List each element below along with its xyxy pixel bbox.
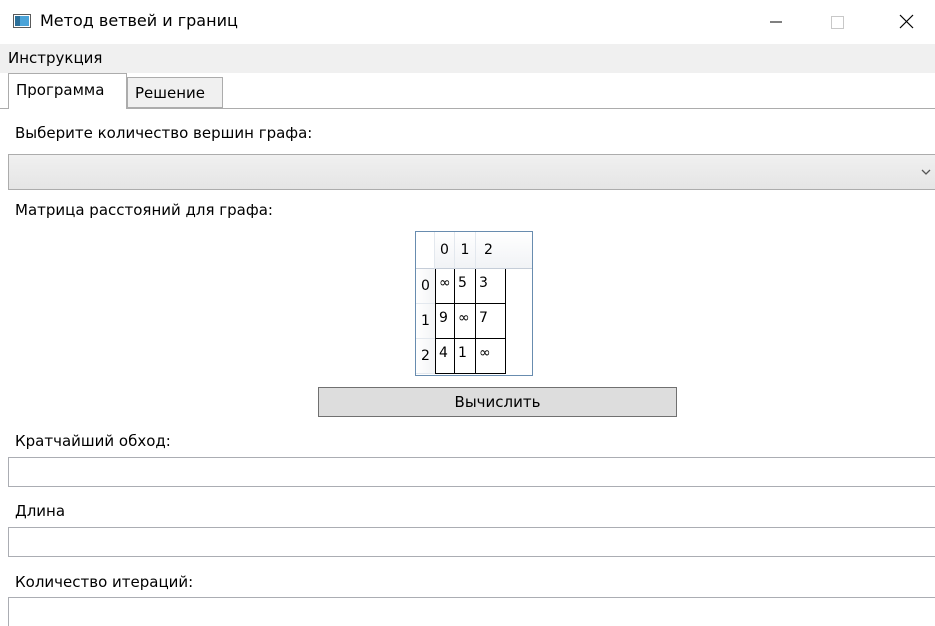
matrix-cell-1-1[interactable]: ∞ xyxy=(455,304,476,339)
distance-matrix-grid: 0 1 2 0 1 2 ∞ 5 3 9 ∞ 7 4 1 ∞ xyxy=(415,231,533,376)
maximize-button[interactable] xyxy=(814,0,860,44)
menu-bar: Инструкция xyxy=(0,44,935,73)
vertices-label: Выберите количество вершин графа: xyxy=(15,124,313,142)
route-label: Кратчайший обход: xyxy=(15,432,171,450)
matrix-label: Матрица расстояний для графа: xyxy=(15,201,273,219)
length-label: Длина xyxy=(15,502,66,520)
matrix-cell-2-0[interactable]: 4 xyxy=(435,339,455,374)
maximize-icon xyxy=(831,16,844,29)
vertices-combobox[interactable] xyxy=(8,154,935,190)
chevron-down-icon xyxy=(921,169,931,175)
close-button[interactable] xyxy=(883,0,929,44)
app-window-icon xyxy=(13,14,31,28)
tab-divider xyxy=(0,108,935,109)
minimize-icon xyxy=(770,21,782,23)
grid-corner-header xyxy=(416,232,435,269)
matrix-cell-1-2[interactable]: 7 xyxy=(476,304,506,339)
tab-strip: Решение Программа xyxy=(0,73,935,109)
column-header-1: 1 xyxy=(455,232,476,269)
matrix-cell-0-0[interactable]: ∞ xyxy=(435,269,455,304)
iterations-label: Количество итераций: xyxy=(15,573,194,591)
app-window: Метод ветвей и границ Инструкция Решение… xyxy=(0,0,935,626)
tab-solution[interactable]: Решение xyxy=(127,77,223,108)
matrix-cell-0-1[interactable]: 5 xyxy=(455,269,476,304)
window-title: Метод ветвей и границ xyxy=(40,11,238,30)
matrix-cell-1-0[interactable]: 9 xyxy=(435,304,455,339)
route-field[interactable] xyxy=(8,457,935,487)
minimize-button[interactable] xyxy=(752,0,798,44)
row-header-1: 1 xyxy=(416,304,435,339)
title-bar: Метод ветвей и границ xyxy=(0,0,935,44)
iterations-field[interactable] xyxy=(8,597,935,626)
matrix-cell-0-2[interactable]: 3 xyxy=(476,269,506,304)
column-header-0: 0 xyxy=(435,232,455,269)
column-header-2: 2 xyxy=(476,232,532,269)
tab-program[interactable]: Программа xyxy=(8,73,127,109)
matrix-cell-2-2[interactable]: ∞ xyxy=(476,339,506,374)
close-icon xyxy=(899,14,914,29)
compute-button[interactable]: Вычислить xyxy=(318,387,677,417)
length-field[interactable] xyxy=(8,527,935,557)
matrix-cell-2-1[interactable]: 1 xyxy=(455,339,476,374)
menu-item-instruction[interactable]: Инструкция xyxy=(6,49,104,67)
row-header-2: 2 xyxy=(416,339,435,374)
row-header-0: 0 xyxy=(416,269,435,304)
